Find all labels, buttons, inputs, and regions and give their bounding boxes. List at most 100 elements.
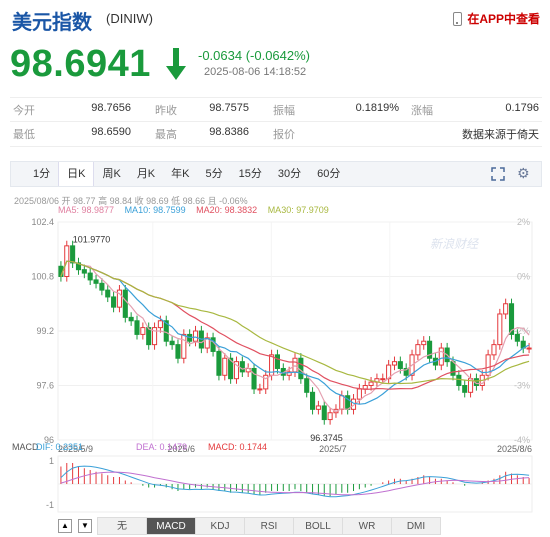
candle-body xyxy=(192,330,199,342)
indicator-tab-rsi[interactable]: RSI xyxy=(244,517,294,535)
candle-body xyxy=(251,367,257,390)
open-in-app-label: 在APP中查看 xyxy=(467,12,540,26)
candle-body xyxy=(216,350,222,376)
tab-daily[interactable]: 日K xyxy=(58,162,95,186)
candle-body xyxy=(111,296,117,308)
stat-label: 报价 xyxy=(273,129,295,141)
candle-body xyxy=(315,405,321,410)
tab-60min[interactable]: 60分 xyxy=(309,162,348,186)
stat-value: 0.1819% xyxy=(355,101,399,114)
candle-body xyxy=(87,272,93,281)
tab-15min[interactable]: 15分 xyxy=(231,162,270,186)
candle-body xyxy=(134,320,140,335)
candle-body xyxy=(257,388,263,391)
candle-body xyxy=(497,313,503,346)
tab-5min[interactable]: 5分 xyxy=(198,162,231,186)
stat-change: 涨幅 0.1796 xyxy=(408,102,542,118)
y-right-tick-label: 2% xyxy=(517,217,530,227)
candle-body xyxy=(122,289,128,318)
candle-body xyxy=(514,333,520,342)
phone-icon xyxy=(453,11,463,26)
stat-label: 最低 xyxy=(13,129,35,141)
macd-value: MACD: 0.1744 xyxy=(208,442,267,452)
candle-body xyxy=(239,361,245,373)
high-annotation: 101.9770 xyxy=(73,234,111,244)
fullscreen-icon[interactable] xyxy=(491,167,505,181)
candle-body xyxy=(368,381,374,386)
candle-body xyxy=(339,395,345,410)
tab-weekly[interactable]: 周K xyxy=(94,162,128,186)
stat-value: 98.7575 xyxy=(209,101,249,114)
y-tick-label: 102.4 xyxy=(31,217,54,227)
stat-prev-close: 昨收 98.7575 xyxy=(152,102,252,118)
indicator-tab-boll[interactable]: BOLL xyxy=(293,517,343,535)
scroll-up-button[interactable]: ▲ xyxy=(58,519,72,533)
stat-quote: 报价 xyxy=(270,126,402,142)
y-tick-label: 97.6 xyxy=(36,381,54,391)
candle-body xyxy=(327,412,333,421)
stat-low: 最低 98.6590 xyxy=(10,126,134,142)
candle-body xyxy=(222,357,228,376)
stat-value: 0.1796 xyxy=(505,101,539,114)
candle-body xyxy=(304,378,310,393)
price-change: -0.0634 (-0.0642%) xyxy=(198,48,311,63)
candle-body xyxy=(146,327,152,346)
candle-body xyxy=(356,388,362,400)
tab-1min[interactable]: 1分 xyxy=(25,162,58,186)
indicator-tab-none[interactable]: 无 xyxy=(97,517,147,535)
period-tabs: 1分 日K 周K 月K 年K 5分 15分 30分 60分 ⚙ xyxy=(10,161,542,187)
stat-amplitude: 振幅 0.1819% xyxy=(270,102,402,118)
macd-label: MACD xyxy=(12,442,39,452)
candle-body xyxy=(298,357,304,380)
indicator-tab-kdj[interactable]: KDJ xyxy=(195,517,245,535)
candle-body xyxy=(81,269,87,274)
candle-body xyxy=(391,361,398,366)
indicator-tab-macd[interactable]: MACD xyxy=(146,517,196,535)
macd-tick-label: 1 xyxy=(49,456,54,466)
candle-body xyxy=(415,344,421,356)
stat-label: 最高 xyxy=(155,129,177,141)
candle-body xyxy=(362,385,368,390)
indicator-tab-wr[interactable]: WR xyxy=(342,517,392,535)
data-source: 数据来源于倚天 xyxy=(408,126,542,142)
candle-body xyxy=(397,361,403,369)
candle-body xyxy=(70,245,76,264)
current-price: 98.6941 xyxy=(10,43,151,85)
macd-tick-label: -1 xyxy=(46,500,54,510)
tab-yearly[interactable]: 年K xyxy=(163,162,197,186)
candle-body xyxy=(456,374,462,386)
candle-body xyxy=(274,354,280,369)
candle-body xyxy=(93,279,99,284)
gear-icon[interactable]: ⚙ xyxy=(517,166,531,180)
dea-value: DEA: 0.1479 xyxy=(136,442,187,452)
tab-30min[interactable]: 30分 xyxy=(270,162,309,186)
candle-body xyxy=(321,405,327,421)
stat-label: 今开 xyxy=(13,104,35,117)
data-source-text: 数据来源于倚天 xyxy=(462,129,539,141)
watermark: 新浪财经 xyxy=(430,237,480,251)
candle-body xyxy=(181,333,187,359)
candle-body xyxy=(175,344,181,359)
stat-open: 今开 98.7656 xyxy=(10,102,134,118)
down-arrow-icon xyxy=(166,48,186,80)
low-annotation: 96.3745 xyxy=(310,433,343,443)
candle-body xyxy=(169,340,175,346)
quote-timestamp: 2025-08-06 14:18:52 xyxy=(204,66,307,78)
indicator-tab-dmi[interactable]: DMI xyxy=(391,517,441,535)
open-in-app-link[interactable]: 在APP中查看 xyxy=(453,10,540,27)
kline-chart[interactable]: 102.4 2%100.8 0%99.2 -2%97.6 -3%96 -4%新浪财经101… xyxy=(0,214,550,514)
candle-body xyxy=(99,282,105,291)
index-code: (DINIW) xyxy=(106,11,153,26)
y-right-tick-label: 0% xyxy=(517,272,530,282)
tab-monthly[interactable]: 月K xyxy=(129,162,163,186)
index-title: 美元指数 xyxy=(12,12,92,34)
stats-row-1: 今开 98.7656 昨收 98.7575 振幅 0.1819% 涨幅 0.1796 xyxy=(10,97,542,122)
stat-label: 振幅 xyxy=(273,104,295,117)
candle-body xyxy=(421,340,427,346)
stat-value: 98.6590 xyxy=(91,126,131,138)
candle-body xyxy=(105,289,111,298)
y-right-tick-label: -3% xyxy=(514,381,530,391)
candle-body xyxy=(491,344,497,356)
scroll-down-button[interactable]: ▼ xyxy=(78,519,92,533)
candle-body xyxy=(310,391,316,410)
